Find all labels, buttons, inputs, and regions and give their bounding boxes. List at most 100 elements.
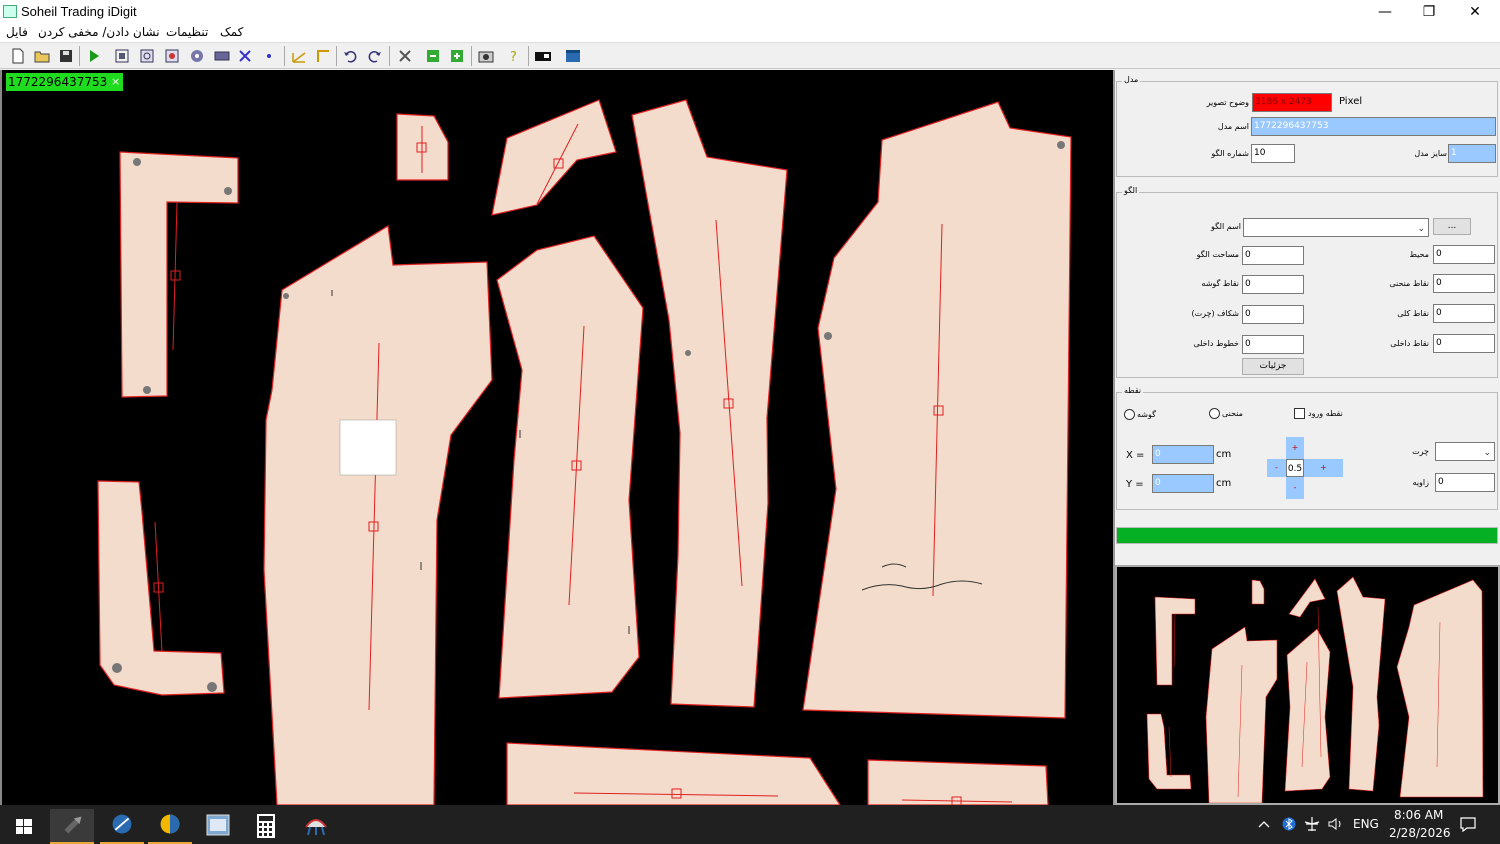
pattern-group: الگو اسم الگو ⌄ ... مساحت الگو 0 محیط 0 …	[1116, 186, 1498, 378]
curve-points-field[interactable]: 0	[1433, 274, 1495, 293]
language-indicator[interactable]: ENG	[1353, 817, 1379, 831]
app-pattern-icon[interactable]	[294, 809, 338, 844]
corner-points-label: نقاط گوشه	[1201, 279, 1239, 288]
import-icon[interactable]	[448, 47, 466, 65]
area-field[interactable]: 0	[1242, 246, 1304, 265]
notch-type-select[interactable]: ⌄	[1435, 442, 1495, 461]
x-field[interactable]: 0	[1152, 445, 1214, 464]
corner-icon[interactable]	[314, 47, 332, 65]
model-name-label: اسم مدل	[1217, 122, 1249, 131]
y-unit: cm	[1216, 478, 1232, 489]
details-button[interactable]: جزئیات	[1242, 358, 1304, 375]
entry-point-label: نقطه ورود	[1308, 409, 1343, 418]
entry-point-checkbox[interactable]	[1294, 408, 1305, 419]
volume-icon[interactable]	[1327, 816, 1345, 832]
redo-icon[interactable]	[366, 47, 384, 65]
menu-show-hide[interactable]: نشان دادن/ مخفی کردن	[38, 25, 160, 39]
export-icon[interactable]	[424, 47, 442, 65]
pattern-piece	[119, 151, 239, 398]
help-icon[interactable]: ?	[505, 47, 523, 65]
tools-icon[interactable]	[396, 47, 414, 65]
play-icon[interactable]	[85, 47, 103, 65]
window-icon[interactable]	[564, 47, 582, 65]
resolution-unit: Pixel	[1339, 96, 1363, 107]
browse-button[interactable]: ...	[1433, 218, 1471, 235]
pattern-name-select[interactable]: ⌄	[1243, 218, 1429, 237]
measure-icon[interactable]	[290, 47, 308, 65]
curve-radio-label: منحنی	[1222, 409, 1243, 418]
nudge-up-button[interactable]: +	[1286, 437, 1304, 459]
model-group-title: مدل	[1122, 75, 1141, 84]
pattern-number-field[interactable]: 10	[1251, 144, 1295, 163]
calculator-icon[interactable]	[244, 809, 288, 844]
y-field[interactable]: 0	[1152, 474, 1214, 493]
clock-time[interactable]: 8:06 AM	[1394, 808, 1443, 822]
inner-points-field[interactable]: 0	[1433, 334, 1495, 353]
chevron-down-icon: ⌄	[1417, 224, 1425, 234]
menu-file[interactable]: فایل	[6, 25, 28, 39]
curve-radio[interactable]	[1209, 408, 1220, 419]
save-icon[interactable]	[57, 47, 75, 65]
model-name-field[interactable]: 1772296437753	[1251, 117, 1496, 136]
corner-radio[interactable]	[1124, 409, 1135, 420]
chevron-up-icon[interactable]	[1257, 818, 1271, 830]
step-field[interactable]: 0.5	[1286, 459, 1304, 477]
inner-lines-field[interactable]: 0	[1242, 335, 1304, 354]
pattern-group-title: الگو	[1122, 186, 1140, 195]
notch-label: شکاف (چرت)	[1191, 309, 1239, 318]
toolbar: ?	[0, 43, 1500, 69]
corner-points-field[interactable]: 0	[1242, 275, 1304, 294]
bluetooth-icon[interactable]	[1282, 816, 1296, 832]
airplane-mode-icon[interactable]	[1303, 816, 1321, 832]
window-title: Soheil Trading iDigit	[21, 4, 137, 19]
start-icon[interactable]	[2, 809, 46, 844]
select-icon[interactable]	[163, 47, 181, 65]
notch-field[interactable]: 0	[1242, 305, 1304, 324]
app-chart-icon[interactable]	[148, 809, 192, 844]
taskbar: ENG 8:06 AM 2/28/2026	[0, 805, 1500, 844]
menu-settings[interactable]: تنظیمات	[166, 25, 208, 39]
rectangle-icon[interactable]	[213, 47, 231, 65]
scan-canvas[interactable]: 1772296437753 ×	[0, 70, 1113, 805]
nudge-right-button[interactable]: +	[1304, 459, 1343, 477]
perimeter-label: محیط	[1409, 250, 1429, 259]
preview-pane[interactable]	[1115, 565, 1500, 805]
undo-icon[interactable]	[341, 47, 359, 65]
notification-icon[interactable]	[1459, 815, 1477, 833]
pattern-piece	[867, 759, 1049, 805]
menu-bar: کمک تنظیمات نشان دادن/ مخفی کردن فایل	[0, 24, 1500, 43]
point-icon[interactable]	[260, 47, 278, 65]
close-button[interactable]: ✕	[1452, 2, 1498, 22]
pattern-piece	[631, 99, 788, 708]
pattern-piece	[97, 480, 225, 696]
app-scissors-icon[interactable]	[100, 809, 144, 844]
total-points-field[interactable]: 0	[1433, 304, 1495, 323]
app-cursor-icon[interactable]	[50, 809, 94, 844]
total-points-label: نقاط کلی	[1397, 309, 1429, 318]
record-icon[interactable]	[188, 47, 206, 65]
clock-date[interactable]: 2/28/2026	[1389, 826, 1451, 840]
zoom-icon[interactable]	[138, 47, 156, 65]
nudge-left-button[interactable]: -	[1267, 459, 1286, 477]
model-size-label: سایز مدل	[1414, 149, 1447, 158]
new-file-icon[interactable]	[9, 47, 27, 65]
area-label: مساحت الگو	[1196, 250, 1239, 259]
camera-icon[interactable]	[477, 47, 495, 65]
angle-field[interactable]: 0	[1435, 473, 1495, 492]
maximize-button[interactable]: ❐	[1406, 2, 1452, 22]
angle-label: زاویه	[1412, 478, 1429, 487]
file-tab[interactable]: 1772296437753 ×	[6, 73, 124, 91]
nudge-down-button[interactable]: -	[1286, 477, 1304, 499]
app-cad-icon[interactable]	[196, 809, 240, 844]
menu-help[interactable]: کمک	[220, 25, 243, 39]
minimize-button[interactable]: —	[1362, 2, 1408, 22]
app-logo-icon	[3, 5, 17, 18]
perimeter-field[interactable]: 0	[1433, 245, 1495, 264]
file-tab-close-icon[interactable]: ×	[111, 73, 120, 91]
display-icon[interactable]	[534, 47, 552, 65]
fit-icon[interactable]	[113, 47, 131, 65]
open-folder-icon[interactable]	[33, 47, 51, 65]
point-group: نقطه گوشه منحنی نقطه ورود X = 0 cm Y = 0…	[1116, 386, 1498, 510]
model-size-field[interactable]: 1	[1448, 144, 1496, 163]
cross-icon[interactable]	[236, 47, 254, 65]
